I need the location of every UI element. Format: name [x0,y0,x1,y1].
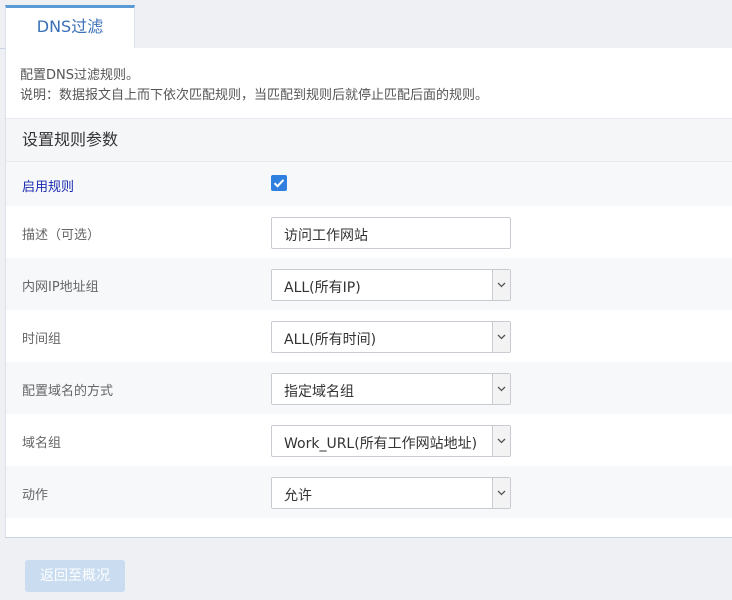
chevron-down-icon[interactable] [492,270,510,300]
ip-group-label: 内网IP地址组 [22,280,99,295]
rule-panel: 配置DNS过滤规则。 说明：数据报文自上而下依次匹配规则，当匹配到规则后就停止匹… [5,48,732,538]
action-value: 允许 [284,488,312,504]
domain-mode-select[interactable]: 指定域名组 [271,373,511,405]
tab-dns-filter[interactable]: DNS过滤 [5,5,135,48]
domain-group-value: Work_URL(所有工作网站地址) [284,436,478,452]
action-select[interactable]: 允许 [271,477,511,509]
enable-rule-checkbox[interactable] [271,175,287,191]
row-enable-rule: 启用规则 [6,162,732,206]
section-title: 设置规则参数 [6,118,732,162]
description-input[interactable]: 访问工作网站 [271,217,511,249]
description-input-value: 访问工作网站 [284,228,368,244]
row-domain-mode: 配置域名的方式 指定域名组 [6,362,732,414]
row-ip-group: 内网IP地址组 ALL(所有IP) [6,258,732,310]
ip-group-value: ALL(所有IP) [284,280,361,296]
domain-group-label: 域名组 [22,436,62,451]
row-description: 描述（可选） 访问工作网站 [6,206,732,258]
back-to-overview-button[interactable]: 返回至概况 [25,560,125,592]
row-time-group: 时间组 ALL(所有时间) [6,310,732,362]
domain-mode-label: 配置域名的方式 [22,384,114,399]
enable-rule-label: 启用规则 [22,180,75,195]
check-icon [273,179,285,188]
time-group-value: ALL(所有时间) [284,332,377,348]
row-domain-group: 域名组 Work_URL(所有工作网站地址) [6,414,732,466]
time-group-select[interactable]: ALL(所有时间) [271,321,511,353]
description-line-2: 说明：数据报文自上而下依次匹配规则，当匹配到规则后就停止匹配后面的规则。 [20,88,489,103]
description-label: 描述（可选） [22,228,101,243]
chevron-down-icon[interactable] [492,322,510,352]
domain-mode-value: 指定域名组 [284,384,354,400]
chevron-down-icon[interactable] [492,374,510,404]
chevron-down-icon[interactable] [492,478,510,508]
description-line-1: 配置DNS过滤规则。 [20,68,139,83]
ip-group-select[interactable]: ALL(所有IP) [271,269,511,301]
time-group-label: 时间组 [22,332,62,347]
row-action: 动作 允许 [6,466,732,518]
action-label: 动作 [22,488,49,503]
page-description: 配置DNS过滤规则。 说明：数据报文自上而下依次匹配规则，当匹配到规则后就停止匹… [20,66,488,106]
tab-bar: DNS过滤 [0,0,732,49]
chevron-down-icon[interactable] [492,426,510,456]
domain-group-select[interactable]: Work_URL(所有工作网站地址) [271,425,511,457]
